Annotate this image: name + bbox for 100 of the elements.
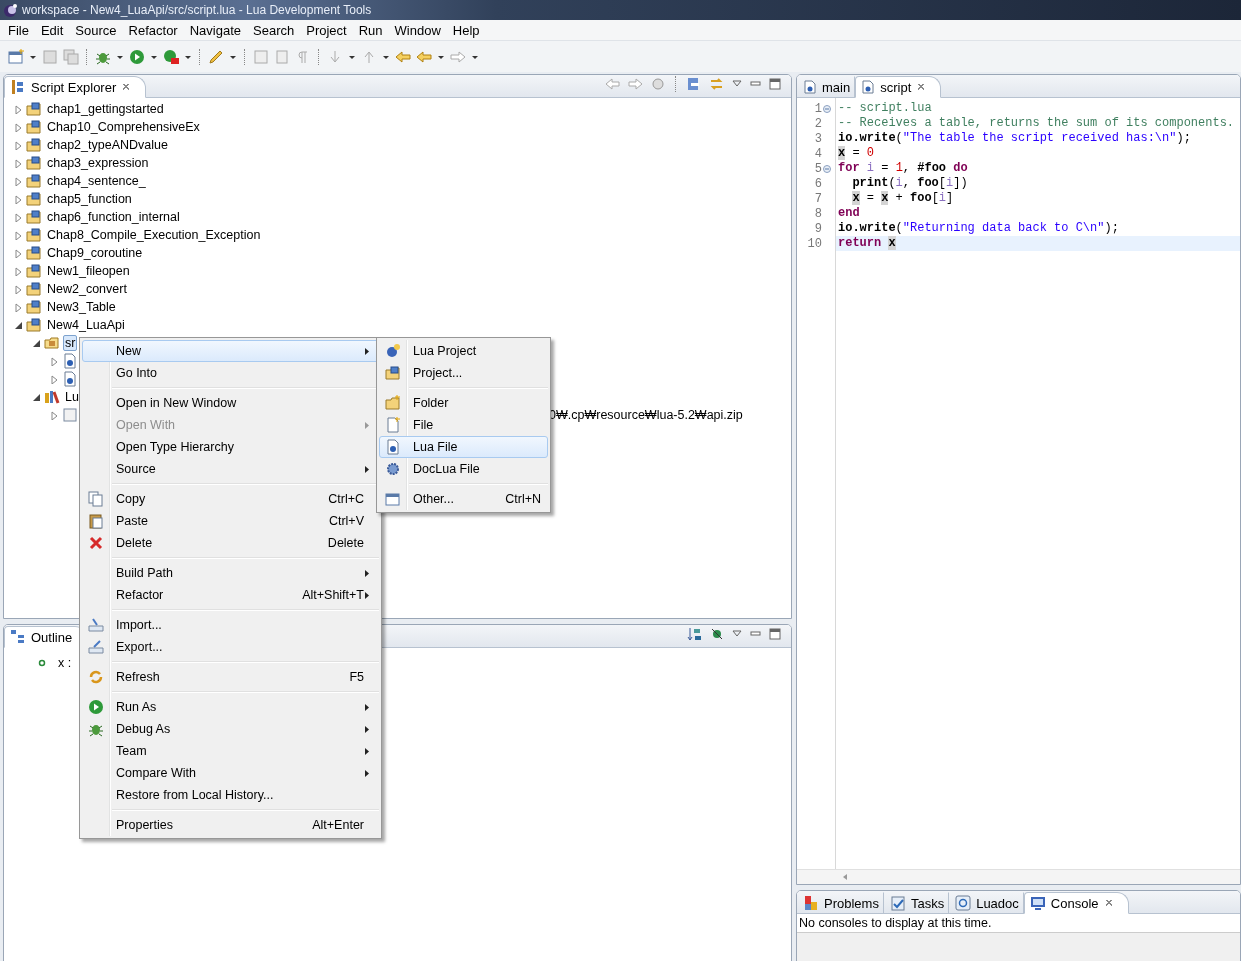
scroll-left-icon[interactable] bbox=[842, 873, 848, 881]
tree-item[interactable]: chap4_sentence_ bbox=[45, 173, 148, 189]
menu-item[interactable]: Build Path bbox=[82, 562, 379, 584]
maximize-icon[interactable] bbox=[769, 78, 781, 90]
tree-item[interactable]: Lu bbox=[63, 389, 81, 405]
fold-icon[interactable] bbox=[823, 104, 831, 113]
menu[interactable]: Run bbox=[352, 22, 389, 38]
menu-item[interactable]: Source bbox=[82, 458, 379, 480]
tree-item[interactable]: Chap10_ComprehensiveEx bbox=[45, 119, 202, 135]
view-menu-icon[interactable] bbox=[732, 629, 742, 639]
back-icon[interactable] bbox=[416, 48, 432, 65]
menu-item[interactable]: New bbox=[82, 340, 379, 362]
run-icon[interactable] bbox=[129, 48, 145, 65]
save-all-icon[interactable] bbox=[63, 48, 79, 65]
collapsed-arrow-icon[interactable] bbox=[14, 140, 23, 150]
tab[interactable]: main bbox=[797, 76, 856, 98]
menu-item[interactable]: Refactor Alt+Shift+T bbox=[82, 584, 379, 606]
link-icon[interactable] bbox=[709, 77, 724, 91]
collapsed-arrow-icon[interactable] bbox=[14, 122, 23, 132]
menu-item[interactable]: Go Into bbox=[82, 362, 379, 384]
forward-icon[interactable] bbox=[628, 77, 643, 91]
save-icon[interactable] bbox=[42, 48, 58, 65]
tab[interactable]: Console bbox=[1023, 892, 1129, 914]
menu[interactable]: Refactor bbox=[122, 22, 184, 38]
collapsed-arrow-icon[interactable] bbox=[14, 194, 23, 204]
fold-icon[interactable] bbox=[823, 164, 831, 173]
menu[interactable]: Help bbox=[446, 22, 486, 38]
maximize-icon[interactable] bbox=[769, 628, 781, 640]
tree-item[interactable]: Chap8_Compile_Execution_Exception bbox=[45, 227, 263, 243]
expanded-arrow-icon[interactable] bbox=[32, 392, 41, 402]
menu[interactable]: Navigate bbox=[183, 22, 247, 38]
outline-item[interactable]: x : bbox=[58, 656, 72, 670]
menu[interactable]: Edit bbox=[34, 22, 70, 38]
last-edit-icon[interactable] bbox=[395, 48, 411, 65]
tree-item[interactable]: chap2_typeANDvalue bbox=[45, 137, 170, 153]
tree-item[interactable]: chap1_gettingstarted bbox=[45, 101, 166, 117]
expanded-arrow-icon[interactable] bbox=[32, 338, 41, 348]
collapsed-arrow-icon[interactable] bbox=[14, 266, 23, 276]
collapse-all-icon[interactable] bbox=[687, 77, 701, 91]
tree-item[interactable]: New4_LuaApi bbox=[45, 317, 127, 333]
tree-item[interactable]: New3_Table bbox=[45, 299, 118, 315]
close-icon[interactable] bbox=[1103, 898, 1114, 908]
collapsed-arrow-icon[interactable] bbox=[14, 104, 23, 114]
collapsed-arrow-icon[interactable] bbox=[14, 158, 23, 168]
menu-item[interactable]: Copy Ctrl+C bbox=[82, 488, 379, 510]
menu-item[interactable]: Debug As bbox=[82, 718, 379, 740]
menu-item[interactable]: Run As bbox=[82, 696, 379, 718]
menu-item[interactable]: Project... bbox=[379, 362, 548, 384]
menu-item[interactable]: Refresh F5 bbox=[82, 666, 379, 688]
tree-item[interactable]: chap6_function_internal bbox=[45, 209, 182, 225]
collapsed-arrow-icon[interactable] bbox=[50, 356, 59, 366]
tab[interactable]: script bbox=[855, 76, 942, 98]
back-icon[interactable] bbox=[605, 77, 620, 91]
collapsed-arrow-icon[interactable] bbox=[14, 248, 23, 258]
tree-item[interactable]: Chap9_coroutine bbox=[45, 245, 145, 261]
tab[interactable]: Script Explorer bbox=[4, 76, 147, 98]
menu-item[interactable]: Delete Delete bbox=[82, 532, 379, 554]
collapsed-arrow-icon[interactable] bbox=[14, 302, 23, 312]
menu-item[interactable]: DocLua File bbox=[379, 458, 548, 480]
menu-item[interactable]: Team bbox=[82, 740, 379, 762]
forward-icon[interactable] bbox=[450, 48, 466, 65]
close-icon[interactable] bbox=[121, 82, 132, 92]
menu-item[interactable]: Compare With bbox=[82, 762, 379, 784]
tree-item[interactable]: New2_convert bbox=[45, 281, 129, 297]
minimize-icon[interactable] bbox=[750, 629, 761, 639]
tree-item[interactable]: chap5_function bbox=[45, 191, 134, 207]
menu[interactable]: File bbox=[2, 22, 35, 38]
view-menu-icon[interactable] bbox=[732, 79, 742, 89]
menu-item[interactable]: Properties Alt+Enter bbox=[82, 814, 379, 836]
menu-item[interactable]: Other... Ctrl+N bbox=[379, 488, 548, 510]
new-window-icon[interactable] bbox=[8, 48, 24, 65]
menu-item[interactable]: Lua File bbox=[379, 436, 548, 458]
menu-item[interactable]: Lua Project bbox=[379, 340, 548, 362]
run-tool-icon[interactable] bbox=[163, 48, 179, 65]
menu[interactable]: Project bbox=[300, 22, 353, 38]
close-icon[interactable] bbox=[916, 82, 927, 92]
tree-item[interactable]: 0₩.cp₩resource₩lua-5.2₩api.zip bbox=[547, 407, 745, 423]
pencil-icon[interactable] bbox=[208, 48, 224, 65]
menu-item[interactable]: Open Type Hierarchy bbox=[82, 436, 379, 458]
menu-item[interactable]: Folder bbox=[379, 392, 548, 414]
collapsed-arrow-icon[interactable] bbox=[14, 284, 23, 294]
menu[interactable]: Search bbox=[247, 22, 301, 38]
collapsed-arrow-icon[interactable] bbox=[14, 230, 23, 240]
tree-item[interactable]: New1_fileopen bbox=[45, 263, 132, 279]
tree-item[interactable]: sr bbox=[63, 335, 78, 351]
tree-item[interactable]: chap3_expression bbox=[45, 155, 151, 171]
expanded-arrow-icon[interactable] bbox=[14, 320, 23, 330]
hide-fields-icon[interactable] bbox=[710, 627, 724, 641]
menu-item[interactable]: File bbox=[379, 414, 548, 436]
menu[interactable]: Source bbox=[69, 22, 123, 38]
collapsed-arrow-icon[interactable] bbox=[14, 212, 23, 222]
collapsed-arrow-icon[interactable] bbox=[14, 176, 23, 186]
menu-item[interactable]: Paste Ctrl+V bbox=[82, 510, 379, 532]
sort-az-icon[interactable] bbox=[687, 626, 702, 642]
collapsed-arrow-icon[interactable] bbox=[50, 374, 59, 384]
collapsed-arrow-icon[interactable] bbox=[50, 410, 59, 420]
menu-item[interactable]: Open in New Window bbox=[82, 392, 379, 414]
menu-item[interactable]: Restore from Local History... bbox=[82, 784, 379, 806]
menu[interactable]: Window bbox=[388, 22, 447, 38]
minimize-icon[interactable] bbox=[750, 79, 761, 89]
